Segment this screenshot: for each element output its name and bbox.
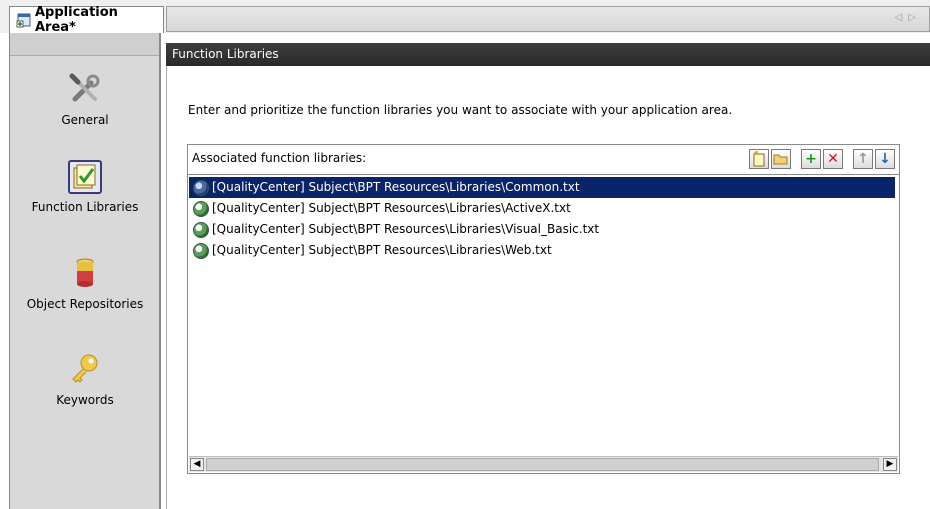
scrollbar-thumb[interactable] (206, 458, 879, 471)
library-file-icon (193, 221, 209, 238)
panel-title: Associated function libraries: (192, 151, 367, 165)
nav-item-function-libraries[interactable]: Function Libraries (10, 160, 160, 214)
nav-item-keywords[interactable]: Keywords (10, 351, 160, 407)
tools-icon (67, 71, 103, 107)
object-repository-icon (67, 255, 103, 291)
remove-library-button[interactable]: ✕ (823, 149, 843, 169)
left-navigation-pane: General Function Libraries Object Reposi… (9, 33, 161, 509)
horizontal-scrollbar[interactable]: ◀ ▶ (189, 456, 898, 472)
plus-icon: + (805, 151, 817, 167)
left-nav-header (10, 33, 159, 56)
scroll-right-button[interactable]: ▶ (883, 458, 897, 471)
folder-icon (773, 154, 788, 165)
nav-item-general[interactable]: General (10, 71, 160, 127)
section-header: Function Libraries (166, 43, 930, 66)
library-path: [QualityCenter] Subject\BPT Resources\Li… (212, 222, 600, 236)
nav-item-label: Object Repositories (26, 297, 144, 311)
library-path: [QualityCenter] Subject\BPT Resources\Li… (212, 243, 552, 257)
library-path: [QualityCenter] Subject\BPT Resources\Li… (212, 201, 571, 215)
open-library-button[interactable] (771, 149, 791, 169)
panel-header: Associated function libraries: + ✕ ↑ ↓ (188, 145, 899, 175)
tab-scroll-arrows[interactable]: ◁▷ (895, 12, 922, 23)
nav-item-object-repositories[interactable]: Object Repositories (10, 255, 160, 311)
key-icon (67, 351, 103, 387)
function-library-icon (68, 160, 102, 194)
library-row[interactable]: [QualityCenter] Subject\BPT Resources\Li… (189, 240, 895, 261)
move-up-button[interactable]: ↑ (853, 149, 873, 169)
library-toolbar: + ✕ ↑ ↓ (749, 149, 895, 169)
instruction-text: Enter and prioritize the function librar… (188, 103, 733, 117)
library-file-icon (193, 179, 209, 196)
library-row[interactable]: [QualityCenter] Subject\BPT Resources\Li… (189, 198, 895, 219)
scroll-left-icon[interactable]: ◁ (895, 12, 909, 23)
library-file-icon (193, 242, 209, 259)
library-file-icon (193, 200, 209, 217)
scroll-right-icon[interactable]: ▷ (908, 12, 922, 23)
nav-item-label: Function Libraries (31, 200, 139, 214)
library-list[interactable]: [QualityCenter] Subject\BPT Resources\Li… (189, 177, 895, 261)
document-tab-strip: Application Area* ◁▷ (0, 0, 930, 35)
arrow-down-icon: ↓ (879, 151, 891, 167)
library-row[interactable]: [QualityCenter] Subject\BPT Resources\Li… (189, 219, 895, 240)
delete-icon: ✕ (827, 151, 839, 167)
tab-strip-background (166, 6, 930, 32)
tab-application-area[interactable]: Application Area* (9, 5, 164, 35)
add-library-button[interactable]: + (801, 149, 821, 169)
nav-item-label: General (61, 113, 109, 127)
nav-item-label: Keywords (56, 393, 114, 407)
new-library-button[interactable] (749, 149, 769, 169)
application-area-icon (16, 12, 32, 28)
scroll-left-button[interactable]: ◀ (190, 458, 204, 471)
tab-title: Application Area* (35, 5, 118, 35)
move-down-button[interactable]: ↓ (875, 149, 895, 169)
function-libraries-pane: Enter and prioritize the function librar… (166, 66, 930, 509)
library-row[interactable]: [QualityCenter] Subject\BPT Resources\Li… (189, 177, 895, 198)
library-path: [QualityCenter] Subject\BPT Resources\Li… (212, 180, 580, 194)
arrow-up-icon: ↑ (857, 151, 869, 167)
new-file-icon (753, 151, 765, 167)
associated-libraries-panel: Associated function libraries: + ✕ ↑ ↓ [… (187, 144, 900, 474)
